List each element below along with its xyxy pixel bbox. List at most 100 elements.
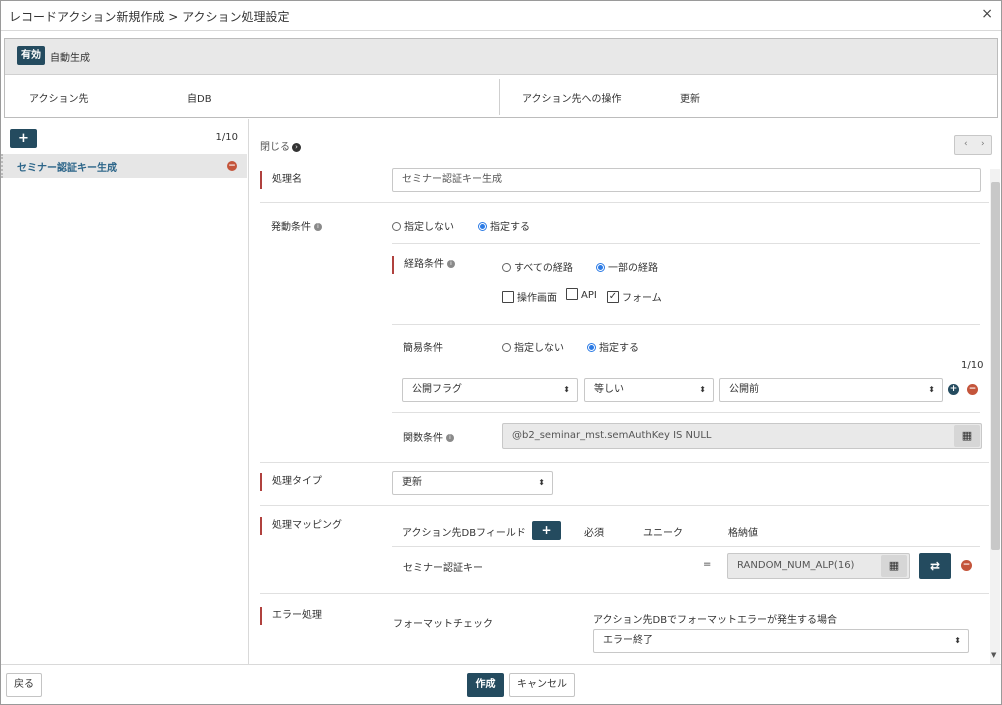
- divider: [260, 593, 989, 594]
- route-screen-checkbox[interactable]: 操作画面: [502, 289, 557, 304]
- add-mapping-button[interactable]: +: [532, 521, 561, 540]
- select-value: 更新: [402, 477, 422, 488]
- mapping-header-field: アクション先DBフィールド: [402, 528, 526, 539]
- mapping-header-required: 必須: [584, 528, 604, 539]
- checkmark-icon: ✓: [607, 291, 619, 303]
- close-link-label: 閉じる: [260, 142, 290, 153]
- close-detail-link[interactable]: 閉じる ›: [260, 138, 301, 153]
- select-value: エラー終了: [603, 635, 653, 646]
- condition-operator-select[interactable]: 等しい ⬍: [584, 378, 714, 402]
- info-icon: i: [446, 434, 454, 442]
- route-partial-radio[interactable]: 一部の経路: [596, 259, 658, 274]
- radio-label: 指定しない: [514, 343, 564, 354]
- route-form-checkbox[interactable]: ✓ フォーム: [607, 289, 662, 304]
- mapping-header-value: 格納値: [728, 528, 758, 539]
- scroll-down-icon[interactable]: ▼: [991, 651, 996, 659]
- process-name-label: 処理名: [260, 171, 302, 189]
- simple-none-radio[interactable]: 指定しない: [502, 339, 564, 354]
- close-icon[interactable]: ×: [981, 6, 993, 22]
- prev-arrow-icon[interactable]: ‹: [964, 139, 968, 149]
- radio-icon: [502, 262, 511, 272]
- add-action-button[interactable]: +: [10, 129, 37, 148]
- condition-value-select[interactable]: 公開前 ⬍: [719, 378, 943, 402]
- mapping-value-text: RANDOM_NUM_ALP(16): [737, 560, 855, 571]
- divider: [392, 546, 980, 547]
- add-condition-icon[interactable]: +: [948, 384, 959, 395]
- process-type-select[interactable]: 更新 ⬍: [392, 471, 553, 495]
- divider: [260, 505, 989, 506]
- error-action-select[interactable]: エラー終了 ⬍: [593, 629, 969, 653]
- target-value: 自DB: [187, 94, 212, 105]
- divider: [260, 462, 989, 463]
- radio-icon: [392, 221, 401, 231]
- process-type-label: 処理タイプ: [260, 473, 322, 491]
- back-button[interactable]: 戻る: [6, 673, 42, 697]
- route-condition-label: 経路条件 i: [392, 256, 455, 274]
- mapping-row-equals: =: [703, 559, 712, 570]
- sidebar-item-label: セミナー認証キー生成: [17, 163, 117, 174]
- radio-selected-icon: [596, 262, 605, 272]
- create-button[interactable]: 作成: [467, 673, 504, 697]
- error-handling-label: エラー処理: [260, 607, 322, 625]
- simple-condition-count: 1/10: [961, 360, 984, 371]
- cancel-button[interactable]: キャンセル: [509, 673, 575, 697]
- trigger-none-radio[interactable]: 指定しない: [392, 218, 454, 233]
- dialog-header: レコードアクション新規作成 > アクション処理設定 ×: [1, 1, 1001, 31]
- function-condition-input[interactable]: @b2_seminar_mst.semAuthKey IS NULL: [502, 423, 982, 449]
- simple-specify-radio[interactable]: 指定する: [587, 339, 639, 354]
- plus-icon: +: [18, 131, 29, 146]
- chevron-right-icon: ›: [292, 142, 301, 152]
- summary-status-bar: 有効 自動生成: [5, 39, 997, 75]
- caret-updown-icon: ⬍: [538, 478, 545, 487]
- auto-generated-label: 自動生成: [50, 53, 90, 64]
- select-value: 公開前: [729, 384, 759, 395]
- swap-icon: ⇄: [929, 559, 941, 573]
- sidebar-item-seminar-key[interactable]: セミナー認証キー生成 −: [1, 154, 247, 178]
- radio-icon: [502, 342, 511, 352]
- calculator-icon[interactable]: ▦: [881, 555, 907, 577]
- info-icon: i: [447, 260, 455, 268]
- mapping-header-unique: ユニーク: [643, 528, 683, 539]
- action-list-sidebar: + 1/10 セミナー認証キー生成 −: [1, 119, 249, 664]
- route-all-radio[interactable]: すべての経路: [502, 259, 573, 274]
- dialog-title: レコードアクション新規作成 > アクション処理設定: [9, 10, 290, 24]
- simple-condition-label: 簡易条件: [403, 343, 443, 354]
- select-value: 等しい: [594, 384, 624, 395]
- action-count: 1/10: [215, 132, 238, 143]
- next-arrow-icon[interactable]: ›: [981, 139, 985, 149]
- caret-updown-icon: ⬍: [563, 385, 570, 394]
- checkbox-icon: [502, 291, 514, 303]
- trigger-specify-radio[interactable]: 指定する: [478, 218, 530, 233]
- operation-value: 更新: [680, 94, 700, 105]
- divider: [392, 412, 980, 413]
- route-api-checkbox[interactable]: API: [566, 288, 597, 301]
- dialog-footer: 戻る 作成 キャンセル: [1, 664, 1001, 704]
- divider: [392, 324, 980, 325]
- remove-condition-icon[interactable]: −: [967, 384, 978, 395]
- remove-mapping-icon[interactable]: −: [961, 560, 972, 571]
- dialog: レコードアクション新規作成 > アクション処理設定 × 有効 自動生成 アクショ…: [0, 0, 1002, 705]
- condition-field-select[interactable]: 公開フラグ ⬍: [402, 378, 578, 402]
- radio-label: 指定しない: [404, 222, 454, 233]
- format-check-label: フォーマットチェック: [393, 619, 493, 630]
- mapping-row-field: セミナー認証キー: [403, 563, 483, 574]
- divider: [392, 243, 980, 244]
- remove-item-icon[interactable]: −: [227, 161, 237, 171]
- format-error-description: アクション先DBでフォーマットエラーが発生する場合: [593, 615, 838, 626]
- function-condition-label: 関数条件 i: [403, 429, 454, 444]
- calculator-icon[interactable]: ▦: [954, 425, 980, 447]
- checkbox-label: API: [581, 290, 597, 301]
- divider: [260, 202, 989, 203]
- scrollbar-thumb[interactable]: [991, 182, 1000, 550]
- caret-updown-icon: ⬍: [954, 636, 961, 645]
- prev-next-nav: ‹ ›: [954, 135, 992, 155]
- checkbox-icon: [566, 288, 578, 300]
- route-label-text: 経路条件: [404, 259, 444, 270]
- radio-label: 指定する: [599, 343, 639, 354]
- trigger-label-text: 発動条件: [271, 222, 311, 233]
- swap-button[interactable]: ⇄: [919, 553, 951, 579]
- radio-label: 指定する: [490, 222, 530, 233]
- radio-selected-icon: [478, 221, 487, 231]
- process-name-input[interactable]: セミナー認証キー生成: [392, 168, 981, 192]
- radio-label: 一部の経路: [608, 263, 658, 274]
